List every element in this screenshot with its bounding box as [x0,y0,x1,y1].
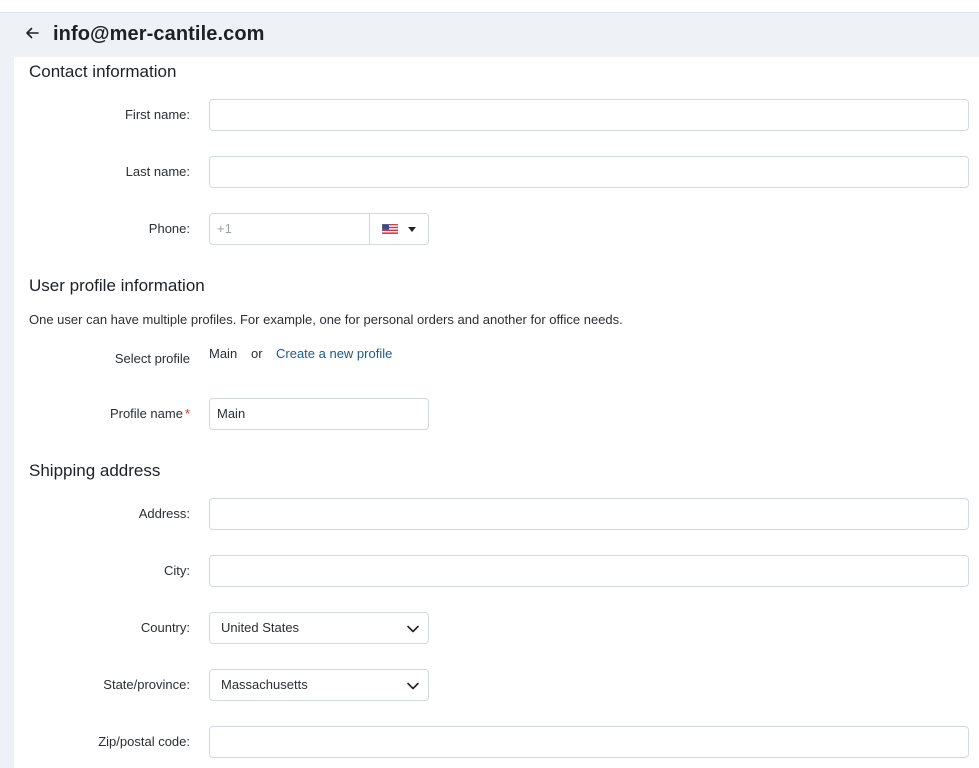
phone-country-dropdown[interactable] [369,214,428,244]
top-strip [0,0,979,13]
back-arrow-icon[interactable] [22,23,42,43]
page-title: info@mer-cantile.com [53,23,265,45]
page-header: info@mer-cantile.com [0,13,979,57]
contact-section-title: Contact information [29,62,177,81]
profile-description: One user can have multiple profiles. For… [29,312,623,327]
caret-down-icon [408,227,416,232]
address-field[interactable] [209,498,969,530]
phone-input[interactable]: +1 [210,214,369,244]
last-name-field[interactable] [209,156,969,188]
country-label: Country: [140,620,190,635]
state-select-value: Massachusetts [221,677,308,692]
city-field[interactable] [209,555,969,587]
profile-name-field[interactable]: Main [209,398,429,430]
first-name-field[interactable] [209,99,969,131]
profile-name-label-text: Profile name [109,406,183,421]
state-label: State/province: [103,677,190,692]
create-profile-link[interactable]: Create a new profile [276,346,392,361]
profile-name-label: Profile name * [14,406,190,421]
current-profile: Main [209,346,238,361]
zip-label: Zip/postal code: [98,734,190,749]
shipping-section-title: Shipping address [29,461,161,480]
country-select-value: United States [221,620,300,635]
last-name-label: Last name: [125,164,190,179]
city-label: City: [164,563,190,578]
phone-field-group: +1 [209,213,429,245]
country-select[interactable]: United States [209,612,429,644]
profile-or-text: or [251,346,263,361]
state-select[interactable]: Massachusetts [209,669,429,701]
us-flag-icon [382,224,398,234]
form-panel: Contact information First name: Last nam… [14,57,979,768]
select-profile-label: Select profile [114,351,190,366]
chevron-down-icon [407,625,419,633]
first-name-label: First name: [124,107,190,122]
chevron-down-icon [407,682,419,690]
profile-section-title: User profile information [29,276,205,295]
address-label: Address: [138,506,190,521]
page: info@mer-cantile.com Contact information… [0,0,979,768]
phone-label: Phone: [148,221,190,236]
required-asterisk: * [184,406,190,421]
zip-field[interactable] [209,726,969,758]
